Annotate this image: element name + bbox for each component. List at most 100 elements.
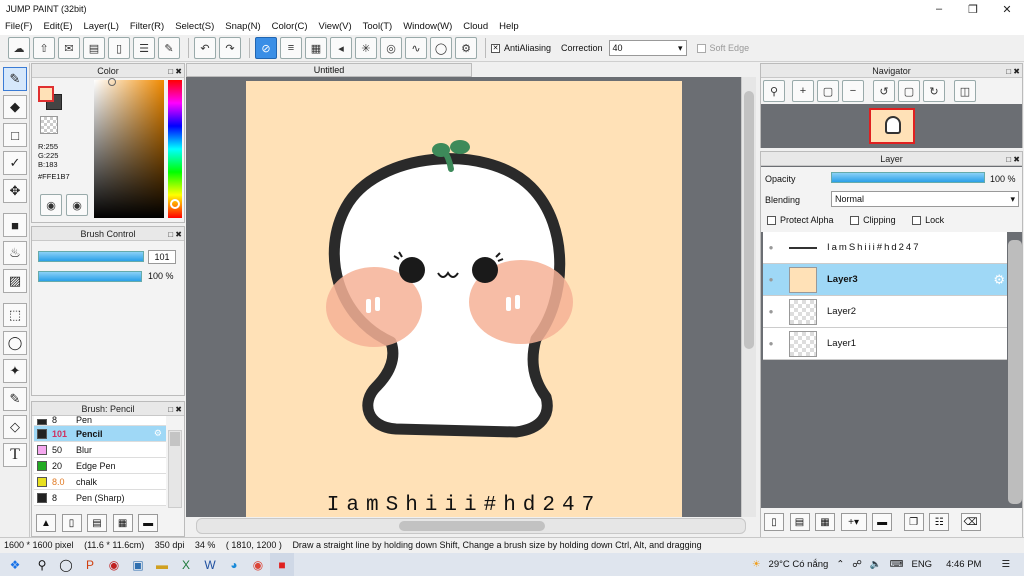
- bucket-tool-icon[interactable]: ♨: [3, 241, 27, 265]
- visibility-icon[interactable]: ●: [763, 339, 779, 348]
- monitor-icon[interactable]: ▣: [126, 553, 150, 576]
- visibility-icon[interactable]: ●: [763, 307, 779, 316]
- eraser-tool-icon[interactable]: ◆: [3, 95, 27, 119]
- rotate-reset-icon[interactable]: ▢: [898, 80, 920, 102]
- palette-edit-icon[interactable]: ◉: [66, 194, 88, 216]
- primary-color-swatch[interactable]: [38, 86, 54, 102]
- lasso-icon[interactable]: ◯: [3, 331, 27, 355]
- new-brush-icon[interactable]: ▯: [61, 514, 82, 532]
- keyboard-icon[interactable]: ⌨: [890, 559, 904, 570]
- brush-row-pen-sharp[interactable]: 8 Pen (Sharp): [34, 490, 166, 506]
- restore-button[interactable]: ❐: [956, 0, 990, 18]
- navigator-viewport[interactable]: [869, 108, 915, 144]
- jump-paint-icon[interactable]: ■: [270, 553, 294, 576]
- tray-chevron-icon[interactable]: ⌃: [836, 559, 844, 570]
- vanish-snap-icon[interactable]: ◂: [330, 37, 352, 59]
- merge-layer-icon[interactable]: ❐: [903, 513, 924, 531]
- clipping-checkbox[interactable]: [850, 215, 860, 225]
- pen-tool-icon[interactable]: ✎: [3, 67, 27, 91]
- panel-buttons[interactable]: □ ✖: [1006, 153, 1020, 167]
- file-explorer-icon[interactable]: ▬: [150, 553, 174, 576]
- lock-checkbox[interactable]: [912, 215, 922, 225]
- gradient-tool-icon[interactable]: ▨: [3, 269, 27, 293]
- menu-color[interactable]: Color(C): [272, 21, 308, 32]
- curve-snap-icon[interactable]: ∿: [405, 37, 427, 59]
- snap-off-icon[interactable]: ⊘: [255, 37, 277, 59]
- panel-buttons[interactable]: □ ✖: [168, 228, 182, 242]
- powerpoint-icon[interactable]: P: [78, 553, 102, 576]
- fit-icon[interactable]: ▢: [817, 80, 839, 102]
- layer-settings-icon[interactable]: ☷: [929, 513, 950, 531]
- rotate-right-icon[interactable]: ↻: [923, 80, 945, 102]
- clock[interactable]: 4:46 PM: [946, 559, 981, 570]
- layer-opacity-slider[interactable]: [831, 172, 985, 183]
- magic-wand-icon[interactable]: ✦: [3, 359, 27, 383]
- radial-snap-icon[interactable]: ✳: [355, 37, 377, 59]
- menu-file[interactable]: File(F): [5, 21, 32, 32]
- search-icon[interactable]: ⚲: [30, 553, 54, 576]
- undo-icon[interactable]: ↶: [194, 37, 216, 59]
- brush-size-value[interactable]: 101: [148, 250, 176, 264]
- palette-icon[interactable]: ◉: [40, 194, 62, 216]
- canvas-vertical-scrollbar[interactable]: [741, 77, 756, 517]
- copy-brush-icon[interactable]: ▤: [87, 514, 108, 532]
- menu-select[interactable]: Select(S): [175, 21, 214, 32]
- flip-icon[interactable]: ◫: [954, 80, 976, 102]
- layer-row-layer3[interactable]: ● Layer3 ⚙: [763, 264, 1007, 296]
- word-icon[interactable]: W: [198, 553, 222, 576]
- canvas-area[interactable]: IamShiii#hd247: [186, 77, 742, 517]
- brush-settings-icon[interactable]: ▦: [112, 514, 133, 532]
- brush-row-pencil[interactable]: 101 Pencil ⚙: [34, 426, 166, 442]
- close-button[interactable]: ✕: [990, 0, 1024, 18]
- scroll-thumb[interactable]: [399, 521, 545, 531]
- menu-cloud[interactable]: Cloud: [463, 21, 488, 32]
- text-tool-icon[interactable]: T: [3, 443, 27, 467]
- menu-edit[interactable]: Edit(E): [43, 21, 72, 32]
- saturation-value-picker[interactable]: [94, 80, 164, 218]
- line-tool-icon[interactable]: ✓: [3, 151, 27, 175]
- brush-folder-icon[interactable]: ▬: [138, 514, 159, 532]
- protect-alpha-checkbox[interactable]: [767, 215, 776, 225]
- color-picker-handle[interactable]: [108, 78, 116, 86]
- antialiasing-checkbox[interactable]: ✕: [491, 43, 500, 53]
- parallel-snap-icon[interactable]: ≡: [280, 37, 302, 59]
- brush-row-blur[interactable]: 50 Blur: [34, 442, 166, 458]
- document-tab[interactable]: Untitled: [186, 63, 472, 77]
- brush-opacity-slider[interactable]: [38, 271, 142, 282]
- app-icon[interactable]: ◉: [102, 553, 126, 576]
- upload-brush-icon[interactable]: ▲: [36, 514, 56, 532]
- correction-select[interactable]: 40 ▾: [608, 40, 687, 56]
- weather-text[interactable]: 29°C Có nắng: [769, 559, 829, 570]
- network-icon[interactable]: ☍: [852, 559, 862, 570]
- notification-icon[interactable]: ☰: [1001, 559, 1010, 570]
- brush-row-pen[interactable]: 8 Pen: [34, 416, 166, 426]
- redo-icon[interactable]: ↷: [219, 37, 241, 59]
- brush-row-edge-pen[interactable]: 20 Edge Pen: [34, 458, 166, 474]
- settings-icon[interactable]: ⚙: [455, 37, 477, 59]
- share-icon[interactable]: ⇧: [33, 37, 55, 59]
- rotate-left-icon[interactable]: ↺: [873, 80, 895, 102]
- menu-window[interactable]: Window(W): [403, 21, 452, 32]
- layer-row-layer2[interactable]: ● Layer2: [763, 296, 1007, 328]
- language-indicator[interactable]: ENG: [911, 559, 932, 570]
- hue-slider[interactable]: [168, 80, 182, 218]
- move-tool-icon[interactable]: ✥: [3, 179, 27, 203]
- page-icon[interactable]: ▯: [108, 37, 130, 59]
- brush-row-chalk[interactable]: 8.0 chalk: [34, 474, 166, 490]
- protect-alpha-option[interactable]: Protect Alpha: [767, 215, 834, 225]
- menu-tool[interactable]: Tool(T): [363, 21, 393, 32]
- brush-list-scrollbar[interactable]: [168, 430, 182, 508]
- windows-start-icon[interactable]: ❖: [0, 553, 30, 576]
- menu-layer[interactable]: Layer(L): [84, 21, 119, 32]
- panel-buttons[interactable]: □ ✖: [1006, 65, 1020, 79]
- cloud-icon[interactable]: ☁: [8, 37, 30, 59]
- navigator-preview[interactable]: [761, 104, 1022, 148]
- comment-icon[interactable]: ✉: [58, 37, 80, 59]
- clipping-option[interactable]: Clipping: [850, 215, 896, 225]
- layer-row-layer1[interactable]: ● Layer1: [763, 328, 1007, 360]
- excel-icon[interactable]: X: [174, 553, 198, 576]
- layer-row-text[interactable]: ● IamShiii#hd247: [763, 232, 1007, 264]
- grid-snap-icon[interactable]: ▦: [305, 37, 327, 59]
- select-rect-icon[interactable]: ⬚: [3, 303, 27, 327]
- brush-size-slider[interactable]: [38, 251, 144, 262]
